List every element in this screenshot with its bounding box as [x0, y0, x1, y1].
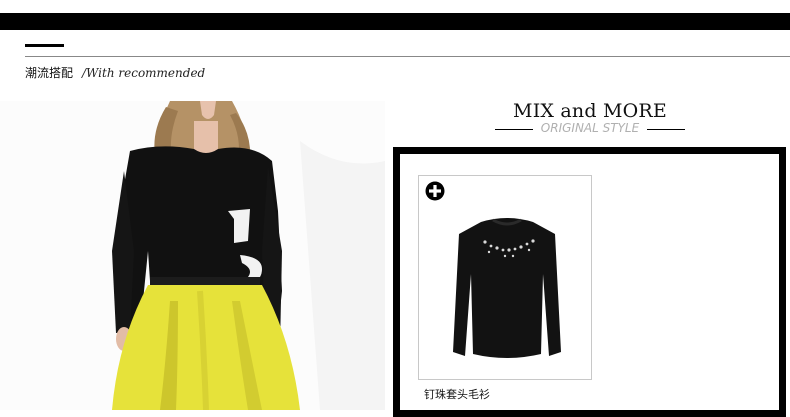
section-heading: 潮流搭配 /With recommended: [25, 64, 205, 84]
section-accent-line: [25, 44, 64, 47]
section-title-en: /With recommended: [82, 66, 206, 80]
subtitle-line-right: [647, 129, 685, 130]
mix-title: MIX and MORE: [513, 100, 667, 122]
mix-subtitle-row: ORIGINAL STYLE: [495, 121, 685, 137]
product-name[interactable]: 钉珠套头毛衫: [424, 386, 490, 402]
product-card[interactable]: [418, 175, 592, 380]
mix-subtitle: ORIGINAL STYLE: [540, 121, 640, 135]
plus-circle-icon[interactable]: [425, 181, 445, 201]
section-title-cn: 潮流搭配: [25, 66, 74, 80]
model-photo: [0, 101, 385, 410]
top-bar: [0, 13, 790, 30]
section-divider: [25, 56, 790, 57]
product-image[interactable]: [453, 214, 561, 360]
